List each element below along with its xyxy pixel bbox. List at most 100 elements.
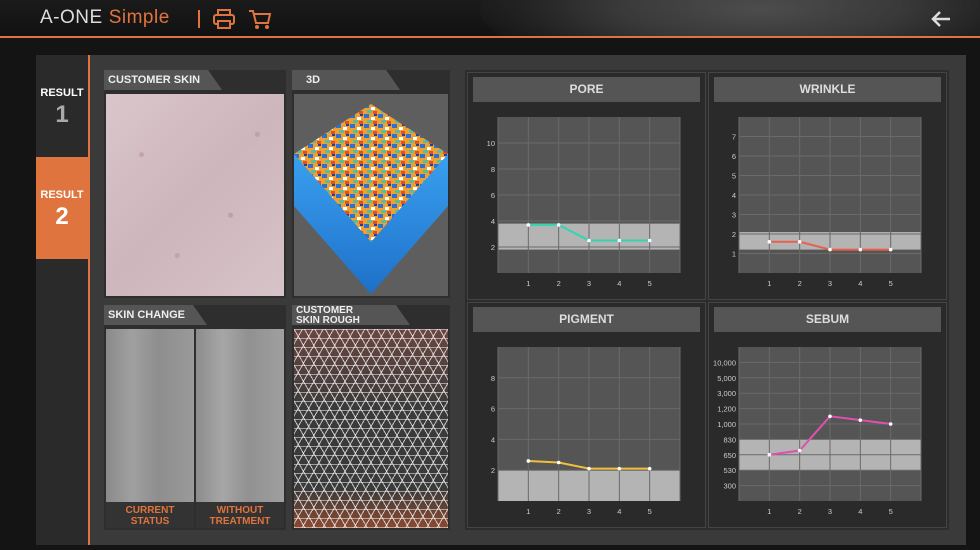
- pigment-data-point: [647, 466, 652, 471]
- sebum-chart-plot: 10,000 5,000 3,000 1,200 1,000 830 650 530 300 1 2…: [713, 347, 922, 516]
- skin-change-panel: SKIN CHANGE CURRENT STATUS WITHOUT TREAT…: [104, 305, 286, 530]
- pore-chart: PORE 10 8 6 4 2 1 2 3 4 5: [467, 72, 706, 300]
- 3d-surface-image: [294, 94, 448, 296]
- sebum-y-tick-label: 3,000: [717, 389, 736, 398]
- pigment-chart-plot: 8 6 4 2 1 2 3 4 5: [491, 347, 681, 516]
- wrinkle-x-tick-label: 5: [889, 279, 893, 288]
- pore-x-tick-label: 3: [587, 279, 591, 288]
- 3d-panel: 3D: [292, 70, 450, 298]
- pore-data-point: [587, 238, 591, 243]
- pore-chart-title: PORE: [473, 77, 700, 102]
- tab-result-2-label: RESULT: [40, 189, 84, 201]
- wrinkle-y-tick-label: 1: [732, 250, 736, 259]
- customer-skin-image: [106, 94, 284, 296]
- wrinkle-data-point: [828, 247, 832, 252]
- sebum-data-point: [797, 448, 802, 453]
- wrinkle-y-tick-label: 4: [732, 191, 736, 200]
- wrinkle-x-tick-label: 3: [828, 279, 832, 288]
- sebum-y-tick-label: 1,000: [717, 420, 736, 429]
- pigment-x-tick-label: 1: [526, 507, 530, 516]
- skin-rough-label-line2: SKIN ROUGH: [296, 315, 360, 326]
- customer-skin-panel: CUSTOMER SKIN: [104, 70, 286, 298]
- pore-data-point: [647, 238, 652, 243]
- brand-name: A-ONE: [40, 7, 103, 28]
- wrinkle-y-tick-label: 5: [732, 172, 736, 181]
- pigment-x-tick-label: 2: [557, 507, 561, 516]
- pore-data-point: [526, 223, 531, 227]
- wrinkle-chart: WRINKLE 7 6 5 4 3 2 1 1 2 3 4 5: [708, 72, 947, 300]
- wrinkle-chart-plot: 7 6 5 4 3 2 1 1 2 3 4 5: [732, 117, 922, 288]
- sebum-y-tick-label: 300: [723, 482, 736, 491]
- wrinkle-y-tick-label: 2: [732, 230, 736, 239]
- pigment-chart-title: PIGMENT: [473, 307, 700, 332]
- brand-suffix: Simple: [108, 7, 170, 28]
- sebum-y-tick-label: 530: [723, 466, 736, 475]
- sebum-x-tick-label: 3: [828, 507, 832, 516]
- sebum-y-tick-label: 650: [723, 451, 736, 460]
- current-status-label: CURRENT STATUS: [106, 502, 194, 528]
- sebum-y-tick-label: 5,000: [717, 374, 736, 383]
- pigment-y-tick-label: 2: [491, 466, 495, 475]
- wrinkle-y-tick-label: 7: [732, 133, 736, 142]
- header-decoration: [480, 0, 980, 36]
- wrinkle-y-tick-label: 6: [732, 152, 736, 161]
- wrinkle-y-tick-label: 3: [732, 211, 736, 220]
- wrinkle-data-point: [858, 247, 863, 252]
- skin-rough-mesh-image: [294, 329, 448, 528]
- result-tabs: RESULT 1 RESULT 2: [36, 55, 90, 545]
- sebum-chart: SEBUM 10,000 5,000 3,000 1,200 1,000 830 650 53…: [708, 302, 947, 528]
- without-treatment-image: [196, 329, 284, 528]
- skin-change-label: SKIN CHANGE: [104, 305, 207, 325]
- pigment-y-tick-label: 4: [491, 435, 495, 444]
- pigment-x-tick-label: 5: [648, 507, 652, 516]
- pigment-data-point: [587, 466, 591, 471]
- arrow-left-icon[interactable]: [930, 8, 952, 30]
- 3d-label: 3D: [292, 70, 400, 90]
- wrinkle-x-tick-label: 2: [798, 279, 802, 288]
- wrinkle-x-tick-label: 4: [858, 279, 862, 288]
- sebum-x-tick-label: 2: [798, 507, 802, 516]
- pore-data-point: [556, 223, 561, 227]
- wrinkle-data-point: [888, 247, 893, 252]
- sebum-data-point: [828, 414, 832, 419]
- pore-y-tick-label: 4: [491, 217, 495, 226]
- skin-rough-label: CUSTOMER SKIN ROUGH: [292, 305, 410, 325]
- sebum-y-tick-label: 1,200: [717, 405, 736, 414]
- without-treatment-label: WITHOUT TREATMENT: [196, 502, 284, 528]
- pigment-data-point: [556, 460, 561, 465]
- printer-icon[interactable]: [212, 8, 236, 30]
- pore-y-tick-label: 10: [487, 139, 495, 148]
- pigment-y-tick-label: 8: [491, 374, 495, 383]
- pigment-chart: PIGMENT 8 6 4 2 1 2 3 4 5: [467, 302, 706, 528]
- pore-chart-plot: 10 8 6 4 2 1 2 3 4 5: [487, 117, 681, 288]
- pore-y-tick-label: 2: [491, 243, 495, 252]
- pore-x-tick-label: 4: [617, 279, 621, 288]
- pigment-y-tick-label: 6: [491, 405, 495, 414]
- pore-x-tick-label: 1: [526, 279, 530, 288]
- pore-x-tick-label: 5: [648, 279, 652, 288]
- tab-result-2[interactable]: RESULT 2: [36, 157, 88, 259]
- pigment-x-tick-label: 3: [587, 507, 591, 516]
- pore-y-tick-label: 6: [491, 191, 495, 200]
- pigment-x-tick-label: 4: [617, 507, 621, 516]
- sebum-chart-title: SEBUM: [714, 307, 941, 332]
- sebum-data-point: [888, 422, 893, 426]
- wrinkle-x-tick-label: 1: [767, 279, 771, 288]
- tab-result-1[interactable]: RESULT 1: [36, 55, 88, 157]
- pigment-data-point: [526, 459, 531, 463]
- pigment-data-point: [617, 466, 622, 471]
- sebum-x-tick-label: 4: [858, 507, 862, 516]
- wrinkle-chart-title: WRINKLE: [714, 77, 941, 102]
- sebum-x-tick-label: 5: [889, 507, 893, 516]
- tab-result-1-number: 1: [55, 101, 69, 128]
- tab-result-1-label: RESULT: [40, 87, 84, 99]
- cart-icon[interactable]: [248, 8, 272, 30]
- sebum-data-point: [767, 453, 772, 457]
- sebum-data-point: [858, 418, 863, 422]
- app-header: A-ONE Simple: [0, 0, 980, 38]
- 3d-surface-graphic: [294, 104, 448, 294]
- current-status-image: [106, 329, 194, 528]
- pore-y-tick-label: 8: [491, 165, 495, 174]
- wrinkle-data-point: [767, 240, 772, 244]
- skin-rough-panel: CUSTOMER SKIN ROUGH: [292, 305, 450, 530]
